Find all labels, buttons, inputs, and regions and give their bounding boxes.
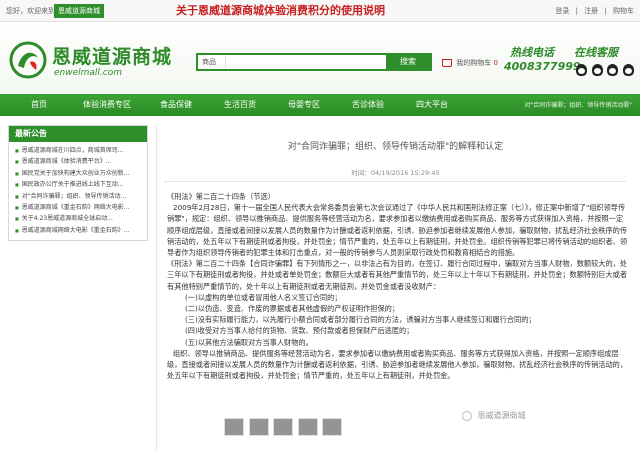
cart-widget[interactable]: 我的购物车 0	[442, 58, 498, 68]
search-input[interactable]	[230, 55, 380, 69]
announcement-headline[interactable]: 关于恩威道源商城体验消费积分的使用说明	[176, 2, 385, 18]
qq-icon[interactable]	[591, 64, 603, 76]
overlay-icon[interactable]	[273, 418, 294, 436]
divider	[165, 181, 625, 182]
list-item[interactable]: 恩威道源商城在川四点，商城首席司...	[15, 145, 143, 156]
list-item[interactable]: 恩威道源商城《重金石韵》网络大电影...	[15, 202, 143, 213]
qq-service-row	[576, 64, 636, 78]
article-paragraph: (三)没有实际履行能力，以先履行小额合同或者部分履行合同的方法，诱骗对方当事人继…	[185, 315, 536, 325]
list-item[interactable]: 恩威道源商城《体验消费平台》...	[15, 156, 143, 167]
nav-item-baby[interactable]: 母婴专区	[276, 94, 332, 116]
cart-label: 我的购物车	[456, 59, 492, 67]
logo-text[interactable]: 恩威道源商城	[52, 42, 172, 69]
list-item[interactable]: 对"合同诈骗罪；组织、领导传销活动...	[15, 191, 143, 202]
sidebar-title: 最新公告	[9, 126, 147, 142]
article-paragraph: 组织、领导以推销商品、提供服务等经营活动为名，要求参加者以缴纳费用或者购买商品、…	[167, 348, 628, 381]
article-paragraph: 2009年2月28日，第十一届全国人民代表大会常务委员会第七次会议通过了《中华人…	[167, 203, 628, 258]
article-paragraph: 《刑法》第二百二十四条【合同诈骗罪】有下列情形之一，以非法占有为目的，在签订、履…	[167, 259, 628, 291]
nav-item-daily[interactable]: 生活百货	[212, 94, 268, 116]
nav-item-platforms[interactable]: 四大平台	[404, 94, 460, 116]
article-paragraph: (五)以其他方法骗取对方当事人财物的。	[185, 337, 313, 347]
site-header: 恩威道源商城 enwelmall.com 商品 搜索 我的购物车 0 热线电话 …	[0, 22, 640, 94]
search-bar: 商品 搜索	[196, 53, 432, 71]
welcome-text: 您好，欢迎来到	[6, 7, 55, 15]
list-item[interactable]: 关于4.23恩威道源商城全球启动...	[15, 213, 143, 224]
register-link[interactable]: 注册	[584, 7, 598, 15]
wechat-icon	[462, 410, 472, 421]
article-paragraph: 《刑法》第二百二十四条（节选）	[167, 192, 275, 201]
hotline-number: 4008377999	[504, 60, 581, 73]
cart-icon	[442, 59, 452, 67]
cart-link[interactable]: 购物车	[613, 7, 634, 15]
top-bar: 您好，欢迎来到 恩威道源商城 关于恩威道源商城体验消费积分的使用说明 登录 | …	[0, 0, 640, 22]
list-item[interactable]: 国民政办公厅关于推进线上线下互动...	[15, 179, 143, 190]
article-paragraph: (二)以伪造、变造、作废的票据或者其他虚假的产权证明作担保的；	[185, 304, 400, 314]
online-service-label: 在线客服	[574, 46, 618, 59]
overlay-icon[interactable]	[224, 418, 244, 436]
shop-name-link[interactable]: 恩威道源商城	[54, 4, 104, 18]
article-paragraph: (四)收受对方当事人给付的货物、货款、预付款或者担保财产后逃匿的；	[185, 326, 414, 336]
hotline-label: 热线电话	[510, 46, 554, 59]
article-paragraph: (一)以虚构的单位或者冒用他人名义签订合同的；	[185, 292, 342, 302]
watermark-text: 恩威道源商城	[477, 411, 526, 420]
article-panel: 对"合同诈骗罪；组织、领导传销活动罪"的解释和认定 时间：04/19/2016 …	[156, 125, 633, 451]
nav-item-experience[interactable]: 体验消费专区	[72, 94, 142, 116]
logo-icon[interactable]	[8, 40, 48, 80]
list-item[interactable]: 恩威道源商城网络大电影《重金石韵》...	[15, 225, 143, 236]
top-links: 登录 | 注册 | 购物车	[555, 7, 634, 15]
breadcrumb: 对"合同诈骗罪；组织、领导传销活动罪"	[524, 102, 632, 109]
image-overlay-controls	[224, 418, 358, 440]
article-title: 对"合同诈骗罪；组织、领导传销活动罪"的解释和认定	[287, 142, 504, 152]
watermark: 恩威道源商城	[462, 410, 526, 421]
nav-item-home[interactable]: 首页	[14, 94, 64, 116]
qq-icon[interactable]	[622, 64, 634, 76]
nav-item-tongue[interactable]: 舌诊体验	[340, 94, 396, 116]
qq-icon[interactable]	[576, 64, 587, 76]
qq-icon[interactable]	[607, 64, 619, 76]
overlay-icon[interactable]	[248, 418, 269, 436]
login-link[interactable]: 登录	[555, 7, 569, 15]
overlay-icon[interactable]	[322, 418, 343, 436]
logo-domain: enwelmall.com	[54, 68, 123, 78]
search-button[interactable]: 搜索	[386, 55, 430, 69]
list-item[interactable]: 国民党关于加快构建大众创业万众创新...	[15, 168, 143, 179]
main-nav: 首页 体验消费专区 食品保健 生活百货 母婴专区 舌诊体验 四大平台 对"合同诈…	[0, 94, 640, 116]
overlay-icon[interactable]	[297, 418, 318, 436]
search-category-select[interactable]: 商品	[200, 56, 226, 68]
notice-sidebar: 最新公告 恩威道源商城在川四点，商城首席司... 恩威道源商城《体验消费平台》.…	[8, 125, 148, 241]
notice-list: 恩威道源商城在川四点，商城首席司... 恩威道源商城《体验消费平台》... 国民…	[9, 142, 147, 236]
article-body: 《刑法》第二百二十四条（节选） 2009年2月28日，第十一届全国人民代表大会常…	[167, 191, 627, 381]
article-meta: 时间：04/19/2016 15:29:45	[351, 169, 440, 177]
cart-count: 0	[493, 59, 498, 67]
nav-item-food[interactable]: 食品保健	[148, 94, 204, 116]
